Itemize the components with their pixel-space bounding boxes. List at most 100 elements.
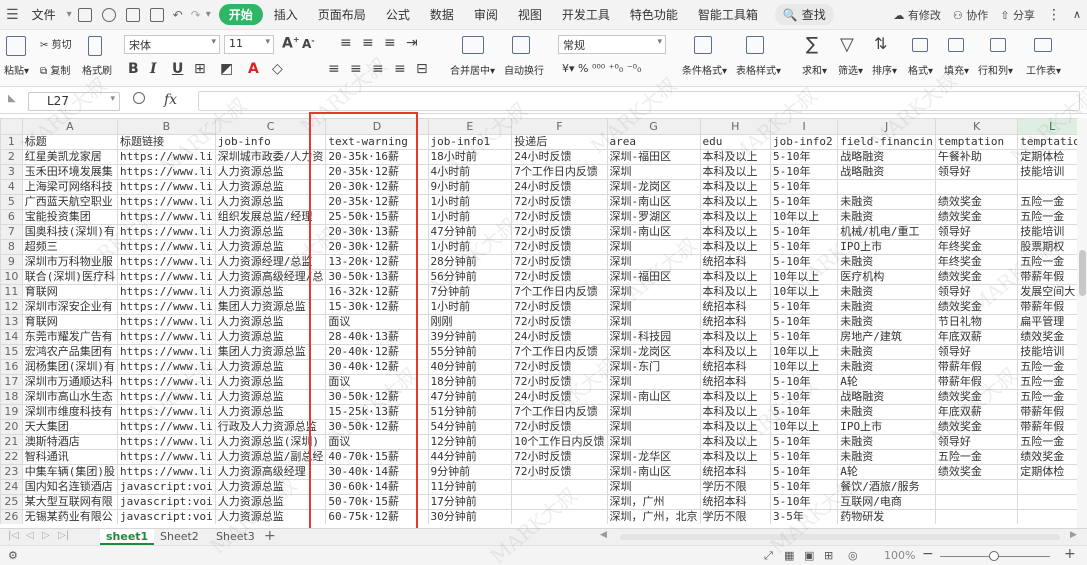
- cell[interactable]: 润杨集团(深圳)有: [21, 359, 119, 375]
- cell[interactable]: 育联网: [21, 314, 119, 330]
- cell[interactable]: 20-35k·12薪: [325, 164, 429, 180]
- tab-7[interactable]: 开发工具: [553, 4, 619, 25]
- cell[interactable]: 5-10年: [770, 329, 839, 345]
- cell[interactable]: 未融资: [837, 344, 936, 360]
- row-header[interactable]: 18: [0, 389, 23, 405]
- cell[interactable]: 带薪年假: [934, 374, 1019, 390]
- cell[interactable]: 本科及以上: [699, 239, 772, 255]
- cell[interactable]: 统招本科: [699, 359, 772, 375]
- cell[interactable]: 7个工作日内反馈: [511, 284, 608, 300]
- grow-font-icon[interactable]: A+: [282, 35, 300, 52]
- column-header-c[interactable]: C: [214, 118, 327, 135]
- cell[interactable]: 未融资: [837, 209, 936, 225]
- cell[interactable]: 本科及以上: [699, 449, 772, 465]
- cell[interactable]: 人力资源总监: [214, 389, 327, 405]
- cell[interactable]: 56分钟前: [427, 269, 513, 285]
- filter-icon[interactable]: ▽: [840, 34, 854, 55]
- cell[interactable]: 绩效奖金: [934, 299, 1019, 315]
- cell[interactable]: 深圳市万通顺达科: [21, 374, 119, 390]
- add-sheet-button[interactable]: +: [264, 528, 276, 544]
- page-view-icon[interactable]: ▣: [804, 549, 814, 562]
- cell[interactable]: 12分钟前: [427, 434, 513, 450]
- cell[interactable]: 深圳市维度科技有: [21, 404, 119, 420]
- cell[interactable]: 深圳-龙华区: [606, 449, 701, 465]
- cell[interactable]: 本科及以上: [699, 389, 772, 405]
- cell[interactable]: 人力资源总监: [214, 359, 327, 375]
- cell[interactable]: 深圳-南山区: [606, 389, 701, 405]
- cell[interactable]: 深圳: [606, 419, 701, 435]
- wrap-icon[interactable]: [512, 36, 530, 54]
- cell[interactable]: 人力资源总监: [214, 194, 327, 210]
- cell[interactable]: 1小时前: [427, 194, 513, 210]
- cell[interactable]: 9小时前: [427, 179, 513, 195]
- save-icon[interactable]: [77, 7, 92, 22]
- cell[interactable]: javascript:voi: [117, 494, 216, 510]
- cell[interactable]: 年终奖金: [934, 239, 1019, 255]
- cell[interactable]: 统招本科: [699, 464, 772, 480]
- font-size-select[interactable]: 11: [224, 35, 274, 54]
- cell[interactable]: 未融资: [837, 284, 936, 300]
- cell[interactable]: 5-10年: [770, 449, 839, 465]
- cell[interactable]: 本科及以上: [699, 179, 772, 195]
- cell[interactable]: 47分钟前: [427, 224, 513, 240]
- cell[interactable]: 深圳城市政委/人力资: [214, 149, 327, 165]
- sheet-grid[interactable]: ABCDEFGHIJKL 1 标题 标题链接 job-info text-warning…: [0, 118, 1087, 524]
- cell[interactable]: 24小时反馈: [511, 329, 608, 345]
- cell[interactable]: 人力资源总监: [214, 509, 327, 524]
- indent-icon[interactable]: ⇥: [406, 35, 418, 51]
- cell[interactable]: 超频三: [21, 239, 119, 255]
- cell[interactable]: IPO上市: [837, 419, 936, 435]
- column-header-a[interactable]: A: [21, 118, 119, 135]
- cell[interactable]: 年底双薪: [934, 404, 1019, 420]
- cell[interactable]: https://www.li: [117, 179, 216, 195]
- cell[interactable]: 学历不限: [699, 479, 772, 495]
- cell[interactable]: https://www.li: [117, 209, 216, 225]
- cell[interactable]: 深圳-福田区: [606, 149, 701, 165]
- cell[interactable]: 20-30k·12薪: [325, 239, 429, 255]
- merge-button[interactable]: 合并居中▾: [450, 62, 495, 77]
- align-left-icon[interactable]: ≡: [328, 61, 340, 77]
- chevron-down-icon[interactable]: ▾: [67, 9, 72, 20]
- cell[interactable]: 标题链接: [117, 134, 216, 150]
- cell[interactable]: https://www.li: [117, 419, 216, 435]
- cell[interactable]: 深圳-科技园: [606, 329, 701, 345]
- cell[interactable]: 人力资源总监: [214, 164, 327, 180]
- cell[interactable]: 集团人力资源总监: [214, 299, 327, 315]
- cell[interactable]: 30-50k·12薪: [325, 389, 429, 405]
- row-header[interactable]: 26: [0, 509, 23, 524]
- cell[interactable]: https://www.li: [117, 434, 216, 450]
- cell[interactable]: 深圳: [606, 314, 701, 330]
- cell[interactable]: 节日礼物: [934, 314, 1019, 330]
- chevron-down-icon[interactable]: ▾: [206, 9, 211, 20]
- zoom-slider-knob[interactable]: [989, 551, 999, 561]
- cell[interactable]: 5-10年: [770, 254, 839, 270]
- cell[interactable]: 本科及以上: [699, 209, 772, 225]
- cell[interactable]: https://www.li: [117, 194, 216, 210]
- cell[interactable]: 本科及以上: [699, 284, 772, 300]
- cell[interactable]: 未融资: [837, 359, 936, 375]
- cell[interactable]: 房地产/建筑: [837, 329, 936, 345]
- cell[interactable]: 深圳-福田区: [606, 269, 701, 285]
- cell[interactable]: 国内知名连锁酒店: [21, 479, 119, 495]
- row-header[interactable]: 7: [0, 224, 23, 240]
- cell[interactable]: 72小时反馈: [511, 314, 608, 330]
- cell[interactable]: 人力资源总监: [214, 479, 327, 495]
- cell[interactable]: A轮: [837, 464, 936, 480]
- cell[interactable]: 面议: [325, 374, 429, 390]
- tab-1[interactable]: 插入: [265, 4, 307, 25]
- cell[interactable]: 10年以上: [770, 359, 839, 375]
- sort-button[interactable]: 排序▾: [872, 62, 897, 77]
- cell[interactable]: 15-25k·13薪: [325, 404, 429, 420]
- cell[interactable]: 7分钟前: [427, 284, 513, 300]
- cell[interactable]: 本科及以上: [699, 329, 772, 345]
- fx-icon[interactable]: fx: [164, 92, 177, 108]
- cell[interactable]: 深圳: [606, 239, 701, 255]
- cell[interactable]: 未融资: [837, 404, 936, 420]
- cell[interactable]: 10年以上: [770, 209, 839, 225]
- cell[interactable]: 本科及以上: [699, 344, 772, 360]
- cell[interactable]: 国奥科技(深圳)有: [21, 224, 119, 240]
- cell[interactable]: 智科通讯: [21, 449, 119, 465]
- cell[interactable]: 1小时前: [427, 299, 513, 315]
- cell[interactable]: [934, 479, 1019, 495]
- cell[interactable]: IPO上市: [837, 239, 936, 255]
